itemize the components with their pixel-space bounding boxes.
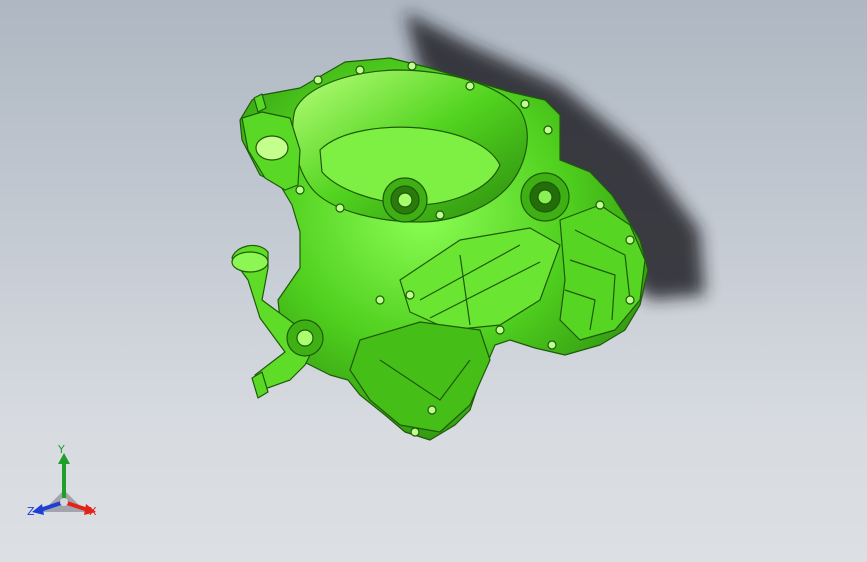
reference-triad: Y Z X (22, 444, 106, 528)
lever-knob (231, 251, 269, 273)
input-seal-inner (397, 192, 413, 208)
triad-y-label: Y (58, 443, 65, 456)
graphics-viewport[interactable]: Y Z X (0, 0, 867, 562)
left-bore (255, 135, 289, 161)
triad-z-label: Z (27, 505, 35, 518)
triad-x-label: X (89, 505, 97, 518)
triad-origin (60, 498, 68, 506)
selector-hub-inner (296, 329, 314, 347)
model-view[interactable] (0, 0, 867, 562)
output-seal-inner (537, 189, 553, 205)
lower-case (349, 321, 491, 433)
